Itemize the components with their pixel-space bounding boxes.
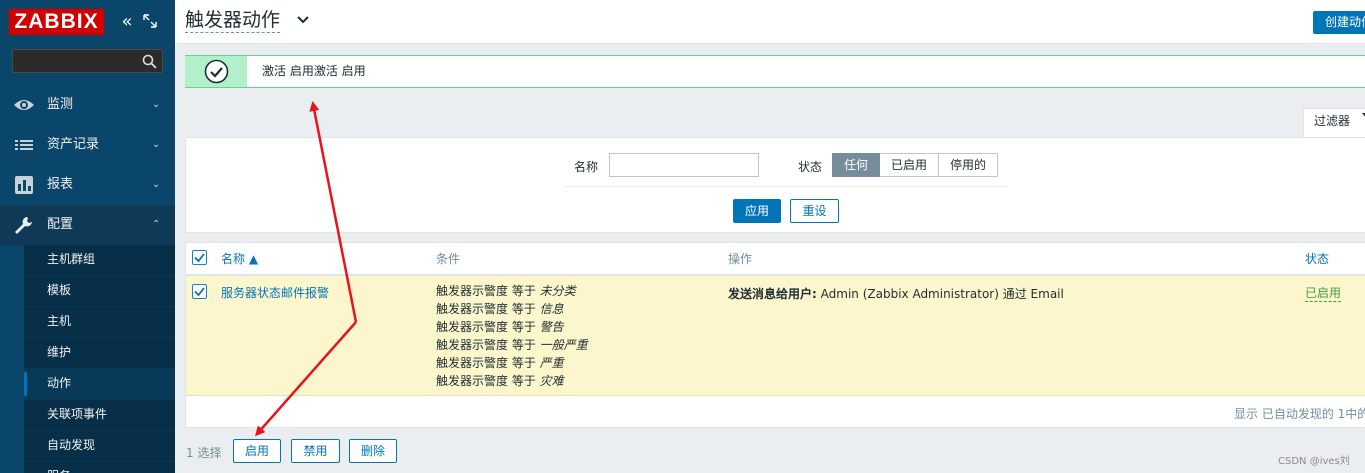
status-option-enabled[interactable]: 已启用	[880, 153, 940, 177]
eye-icon	[14, 100, 34, 110]
column-header-status[interactable]: 状态	[1305, 243, 1329, 275]
condition-line: 触发器示警度 等于 灾难	[436, 374, 564, 388]
column-header-conditions: 条件	[436, 252, 461, 266]
success-message: 激活 启用激活 启用	[185, 55, 1365, 88]
filter-name-label: 名称	[574, 160, 599, 174]
wrench-icon	[15, 217, 32, 234]
delete-button[interactable]: 删除	[349, 439, 397, 463]
submenu-maintenance[interactable]: 维护	[24, 338, 175, 369]
filter-tab-label: 过滤器	[1314, 114, 1351, 128]
condition-line: 触发器示警度 等于 信息	[436, 302, 564, 316]
check-circle-icon	[204, 59, 229, 84]
page-title[interactable]: 触发器动作	[185, 8, 281, 33]
condition-line: 触发器示警度 等于 警告	[436, 320, 564, 334]
chevron-down-icon[interactable]	[296, 15, 310, 25]
operation-text: 发送消息给用户: Admin (Zabbix Administrator) 通过…	[728, 285, 1064, 302]
condition-line: 触发器示警度 等于 一般严重	[436, 338, 588, 352]
bar-chart-icon	[15, 176, 33, 194]
menu-label: 监测	[47, 97, 74, 112]
filter-divider	[564, 186, 1008, 187]
chevron-up-icon: ⌃	[152, 219, 161, 230]
message-text: 激活 启用激活 启用	[262, 64, 366, 78]
action-name-link[interactable]: 服务器状态邮件报警	[221, 284, 329, 301]
chevron-down-icon: ⌄	[152, 179, 161, 190]
list-icon	[15, 140, 33, 150]
status-radio-group: 任何 已启用 停用的	[832, 153, 999, 177]
submenu-actions[interactable]: 动作	[24, 369, 175, 400]
table-footer-count: 显示 已自动发现的 1中的1	[1234, 407, 1365, 421]
disable-button[interactable]: 禁用	[291, 439, 340, 463]
submenu-services[interactable]: 服务	[24, 462, 175, 473]
menu-inventory[interactable]: 资产记录 ⌄	[0, 125, 175, 165]
zabbix-logo[interactable]: ZABBIX	[9, 9, 104, 35]
submenu-templates[interactable]: 模板	[24, 276, 175, 307]
chevron-down-icon: ⌄	[152, 139, 161, 150]
status-toggle-link[interactable]: 已启用	[1305, 285, 1342, 302]
submenu-event-correlation[interactable]: 关联项事件	[24, 400, 175, 431]
row-checkbox[interactable]	[192, 284, 207, 299]
filter-name-input[interactable]	[609, 153, 759, 177]
sidebar-search-input[interactable]	[12, 49, 163, 73]
condition-line: 触发器示警度 等于 未分类	[436, 284, 576, 298]
configuration-submenu: 主机群组 模板 主机 维护 动作 关联项事件 自动发现 服务	[24, 245, 175, 473]
menu-label: 资产记录	[47, 137, 100, 152]
watermark: CSDN @ives刘	[1278, 456, 1350, 467]
submenu-hosts[interactable]: 主机	[24, 307, 175, 338]
menu-label: 配置	[47, 217, 74, 232]
filter-status-label: 状态	[798, 160, 823, 174]
operation-label: 发送消息给用户:	[728, 287, 817, 301]
submenu-host-groups[interactable]: 主机群组	[24, 245, 175, 276]
table-row: 服务器状态邮件报警 触发器示警度 等于 未分类 触发器示警度 等于 信息 触发器…	[186, 276, 1365, 396]
menu-configuration[interactable]: 配置 ⌃	[0, 205, 175, 245]
actions-table: 名称 ▲ 条件 操作 状态 服务器状态邮件报警 触发器示警度 等于 未分类 触发…	[185, 242, 1365, 428]
search-icon[interactable]	[142, 54, 157, 69]
page-header: 触发器动作 创建动作	[175, 0, 1365, 44]
chevron-down-icon: ⌄	[152, 99, 161, 110]
status-option-disabled[interactable]: 停用的	[939, 153, 999, 177]
status-option-any[interactable]: 任何	[832, 153, 881, 177]
enable-button[interactable]: 启用	[233, 439, 281, 463]
select-all-checkbox[interactable]	[192, 250, 207, 265]
sidebar: ZABBIX « 监测 ⌄ 资产记录 ⌄ 报表 ⌄ 配置 ⌃ 主机群组 模板 主…	[0, 0, 175, 473]
menu-label: 报表	[47, 177, 74, 192]
filter-tab[interactable]: 过滤器	[1303, 108, 1365, 138]
submenu-discovery[interactable]: 自动发现	[24, 431, 175, 462]
column-header-operations: 操作	[728, 252, 753, 266]
collapse-sidebar-icon[interactable]: «	[118, 12, 136, 32]
selected-count: 1 选择	[186, 446, 222, 460]
reset-button[interactable]: 重设	[790, 199, 839, 223]
operation-value: Admin (Zabbix Administrator) 通过 Email	[820, 287, 1064, 301]
menu-monitoring[interactable]: 监测 ⌄	[0, 85, 175, 125]
create-action-button[interactable]: 创建动作	[1313, 11, 1365, 34]
column-header-name[interactable]: 名称 ▲	[221, 243, 258, 275]
apply-button[interactable]: 应用	[733, 199, 781, 223]
condition-line: 触发器示警度 等于 严重	[436, 356, 564, 370]
filter-panel: 名称 状态 任何 已启用 停用的 应用 重设	[185, 137, 1365, 233]
menu-reports[interactable]: 报表 ⌄	[0, 165, 175, 205]
kiosk-mode-icon[interactable]	[143, 14, 157, 28]
